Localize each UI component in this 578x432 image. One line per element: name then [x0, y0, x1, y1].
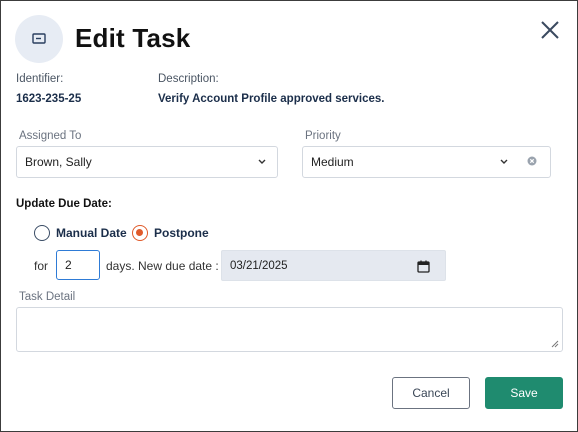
priority-value: Medium [311, 155, 354, 169]
priority-label: Priority [305, 130, 341, 142]
task-detail-textarea[interactable] [16, 307, 563, 352]
manual-date-radio[interactable] [34, 225, 50, 241]
chevron-down-icon [500, 159, 508, 164]
due-date-section-title: Update Due Date: [16, 198, 112, 210]
identifier-label: Identifier: [16, 73, 64, 85]
for-label: for [34, 259, 49, 273]
assigned-to-label: Assigned To [19, 130, 82, 142]
new-due-date-field[interactable]: 03/21/2025 [221, 250, 446, 281]
resize-handle-icon[interactable] [551, 340, 559, 348]
description-value: Verify Account Profile approved services… [158, 93, 385, 105]
new-due-date-value: 03/21/2025 [230, 260, 288, 272]
task-detail-label: Task Detail [19, 291, 76, 303]
save-button[interactable]: Save [485, 377, 563, 409]
header-badge [15, 15, 63, 63]
edit-task-dialog: Edit Task Identifier: 1623-235-25 Descri… [0, 0, 578, 432]
days-input[interactable] [56, 250, 100, 280]
dialog-title: Edit Task [75, 23, 191, 53]
priority-select[interactable]: Medium [302, 146, 551, 178]
close-icon[interactable] [539, 19, 561, 41]
cancel-button[interactable]: Cancel [392, 377, 470, 409]
description-label: Description: [158, 73, 219, 85]
clear-icon[interactable] [527, 156, 537, 166]
postpone-radio[interactable] [132, 225, 148, 241]
identifier-value: 1623-235-25 [16, 93, 82, 105]
calendar-icon[interactable] [417, 260, 430, 273]
manual-date-label[interactable]: Manual Date [56, 226, 127, 240]
postpone-label[interactable]: Postpone [154, 226, 209, 240]
chevron-down-icon [258, 159, 266, 164]
screen-icon [32, 33, 46, 44]
assigned-to-select[interactable]: Brown, Sally [16, 146, 278, 178]
days-suffix-label: days. New due date : [106, 259, 219, 273]
assigned-to-value: Brown, Sally [25, 155, 92, 169]
